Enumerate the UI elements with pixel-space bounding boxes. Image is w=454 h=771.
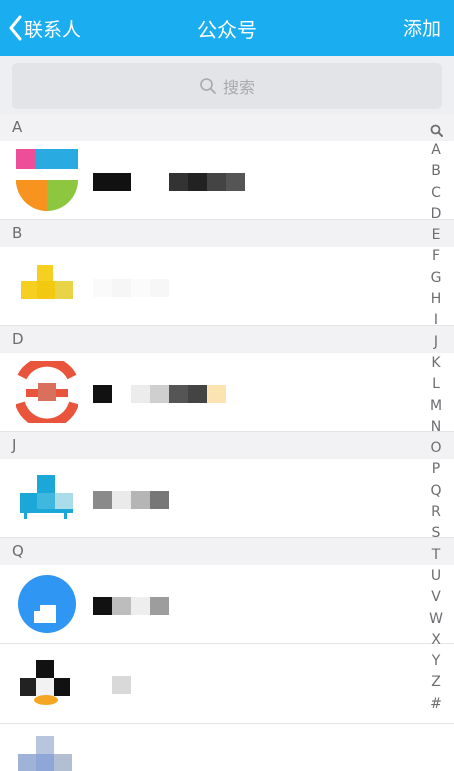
search-placeholder: 搜索: [222, 78, 255, 97]
alphabet-index-bar[interactable]: A B C D E F G H I J K L M N O P Q R S T …: [418, 120, 454, 715]
index-letter[interactable]: J: [434, 332, 438, 353]
list-item[interactable]: [0, 141, 454, 220]
index-letter[interactable]: R: [431, 502, 441, 523]
index-letter[interactable]: I: [434, 310, 438, 331]
index-letter[interactable]: N: [431, 417, 441, 438]
search-input[interactable]: 搜索: [12, 63, 442, 109]
list-item[interactable]: [0, 565, 454, 644]
index-letter[interactable]: E: [432, 225, 441, 246]
index-search-icon[interactable]: [430, 120, 443, 140]
index-letter[interactable]: D: [431, 204, 442, 225]
account-name-obscured: [93, 491, 169, 509]
search-area: 搜索: [0, 56, 454, 114]
index-letter[interactable]: #: [430, 694, 442, 715]
index-letter[interactable]: H: [431, 289, 442, 310]
avatar: [16, 732, 78, 771]
index-letter[interactable]: B: [431, 161, 441, 182]
list-item[interactable]: [0, 353, 454, 432]
list-item[interactable]: [0, 459, 454, 538]
list-item[interactable]: [0, 644, 454, 724]
avatar: [16, 361, 78, 423]
section-header-b: B: [0, 220, 454, 247]
avatar: [16, 149, 78, 211]
official-account-list: A B D J Q: [0, 114, 454, 771]
list-item[interactable]: [0, 247, 454, 326]
index-letter[interactable]: Y: [432, 651, 441, 672]
page-title: 公众号: [197, 18, 257, 42]
index-letter[interactable]: F: [432, 246, 440, 267]
index-letter[interactable]: T: [432, 545, 441, 566]
index-letter[interactable]: L: [432, 374, 440, 395]
index-letter[interactable]: Z: [431, 672, 441, 693]
index-letter[interactable]: M: [430, 396, 442, 417]
account-name-obscured: [93, 279, 169, 297]
account-name-obscured: [93, 173, 245, 191]
index-letter[interactable]: S: [432, 523, 441, 544]
index-letter[interactable]: O: [430, 438, 441, 459]
search-icon: [200, 78, 216, 94]
avatar: [16, 652, 78, 714]
index-letter[interactable]: W: [429, 609, 443, 630]
index-letter[interactable]: V: [431, 587, 441, 608]
avatar: [16, 255, 78, 317]
avatar: [16, 573, 78, 635]
index-letter[interactable]: P: [432, 459, 440, 480]
avatar: [16, 467, 78, 529]
index-letter[interactable]: C: [431, 183, 441, 204]
section-header-d: D: [0, 326, 454, 353]
index-letter[interactable]: K: [431, 353, 440, 374]
index-letter[interactable]: X: [431, 630, 441, 651]
index-letter[interactable]: G: [431, 268, 442, 289]
index-letter[interactable]: U: [431, 566, 441, 587]
section-header-q: Q: [0, 538, 454, 565]
index-letter[interactable]: A: [431, 140, 441, 161]
account-name-obscured: [93, 676, 131, 694]
account-name-obscured: [93, 385, 226, 403]
section-header-a: A: [0, 114, 454, 141]
index-letter[interactable]: Q: [430, 481, 441, 502]
account-name-obscured: [93, 597, 169, 615]
nav-bar: 联系人 公众号 添加: [0, 0, 454, 56]
list-item[interactable]: [0, 724, 454, 771]
section-header-j: J: [0, 432, 454, 459]
add-button[interactable]: 添加: [403, 14, 441, 41]
